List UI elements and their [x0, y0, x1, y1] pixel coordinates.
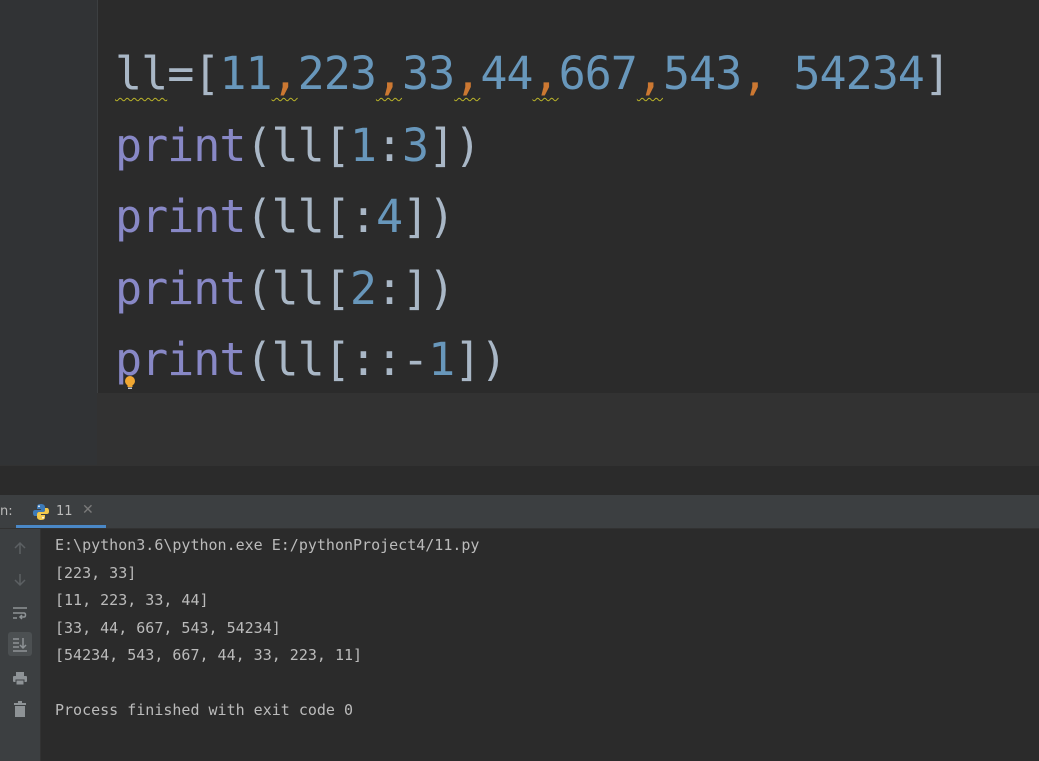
- code-token: 543: [662, 47, 742, 100]
- code-token: 11: [219, 47, 272, 100]
- code-token: 44: [480, 47, 533, 100]
- code-editor[interactable]: ll=[11,223,33,44,667,543, 54234] print(l…: [0, 0, 1039, 465]
- code-token: (ll[: [245, 118, 350, 172]
- code-token: ,: [532, 47, 560, 100]
- code-token: 33: [402, 47, 455, 100]
- code-token: 2: [349, 261, 377, 315]
- code-token: ,: [375, 47, 403, 100]
- active-tab-indicator: [16, 525, 106, 528]
- code-token: [: [193, 47, 220, 100]
- code-token: (ll[: [245, 261, 350, 315]
- soft-wrap-icon[interactable]: [8, 601, 32, 625]
- print-icon[interactable]: [8, 666, 32, 690]
- code-line[interactable]: print(ll[2:]): [115, 259, 950, 331]
- arrow-down-icon[interactable]: [8, 568, 32, 592]
- code-token: ]): [402, 190, 455, 243]
- code-token: ]: [923, 47, 951, 100]
- code-token: ,: [454, 47, 481, 100]
- code-token: print: [115, 118, 246, 172]
- code-token: ]): [454, 333, 507, 386]
- console-command-line: E:\python3.6\python.exe E:/pythonProject…: [55, 536, 480, 554]
- code-token: 4: [375, 190, 403, 243]
- run-console[interactable]: E:\python3.6\python.exe E:/pythonProject…: [41, 529, 1039, 761]
- console-output-line: [54234, 543, 667, 44, 33, 223, 11]: [55, 646, 363, 664]
- trash-icon[interactable]: [8, 697, 32, 721]
- code-token: ,: [271, 47, 299, 100]
- code-token: ,: [636, 47, 664, 100]
- code-token: 3: [402, 118, 429, 172]
- run-tool-window-header: n: 11 ✕: [0, 495, 1039, 529]
- code-token: :]): [375, 261, 455, 315]
- code-token: 223: [297, 47, 377, 100]
- code-token: ,: [741, 47, 768, 100]
- code-token: 1: [428, 333, 455, 386]
- run-panel-label: n:: [0, 504, 13, 519]
- code-token: 667: [558, 47, 638, 100]
- code-area[interactable]: ll=[11,223,33,44,667,543, 54234] print(l…: [115, 44, 951, 402]
- console-exit-message: Process finished with exit code 0: [55, 701, 354, 719]
- code-token: ]): [428, 118, 481, 172]
- code-line[interactable]: ll=[11,223,33,44,667,543, 54234]: [115, 44, 951, 116]
- code-line[interactable]: print(ll[:4]): [115, 187, 950, 259]
- code-token: print: [115, 190, 246, 243]
- tab-run-11[interactable]: 11 ✕: [16, 495, 106, 528]
- current-line-highlight: [97, 393, 1039, 465]
- code-token: =: [167, 47, 194, 100]
- code-token: 54234: [793, 47, 924, 100]
- close-tab-icon[interactable]: ✕: [82, 502, 94, 518]
- code-token: (ll[::-: [245, 333, 429, 386]
- arrow-up-icon[interactable]: [8, 536, 32, 560]
- lightbulb-icon[interactable]: [124, 375, 136, 391]
- panel-divider[interactable]: [0, 465, 1039, 496]
- code-line[interactable]: print(ll[::-1]): [115, 330, 950, 402]
- console-output-line: [11, 223, 33, 44]: [55, 591, 209, 609]
- code-token: :: [375, 118, 403, 172]
- python-icon: [33, 504, 49, 520]
- code-token: 1: [349, 118, 377, 172]
- code-token: ll: [115, 47, 168, 100]
- console-output-line: [33, 44, 667, 543, 54234]: [55, 618, 281, 637]
- editor-gutter[interactable]: [0, 0, 98, 465]
- code-line[interactable]: print(ll[1:3]): [115, 116, 950, 188]
- scroll-to-end-icon[interactable]: [8, 632, 32, 656]
- code-token: (ll[:: [245, 190, 376, 243]
- run-toolbar: [0, 529, 41, 761]
- console-output-line: [223, 33]: [55, 563, 137, 582]
- code-token: print: [115, 261, 246, 315]
- tab-label: 11: [56, 504, 73, 519]
